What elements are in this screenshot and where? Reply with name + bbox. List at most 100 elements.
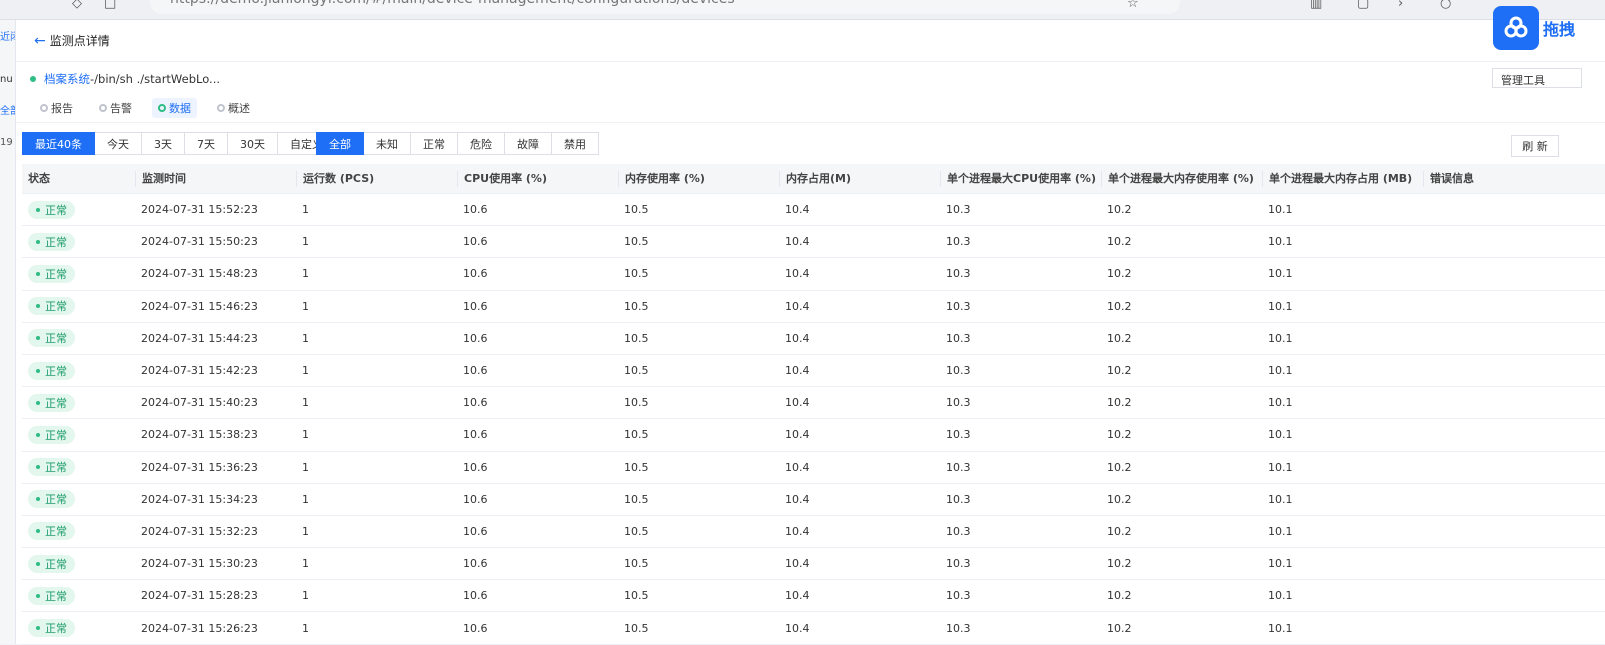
tab-label: 报告 bbox=[51, 102, 73, 115]
status-badge: 正常 bbox=[28, 458, 75, 477]
star-icon[interactable]: ☆ bbox=[1127, 0, 1141, 11]
drag-label[interactable]: 拖拽 bbox=[1543, 16, 1575, 40]
table-cell: 10.2 bbox=[1107, 524, 1132, 538]
table-row[interactable]: 正常 2024-07-31 15:38:23 1 10.6 10.5 10.4 10.3 10… bbox=[22, 419, 1605, 452]
table-row[interactable]: 正常 2024-07-31 15:50:23 1 10.6 10.5 10.4 10.3 10… bbox=[22, 226, 1605, 259]
back-button[interactable]: ← 监测点详情 bbox=[34, 32, 110, 49]
tab-alarm[interactable]: 告警 bbox=[93, 98, 138, 118]
status-badge: 正常 bbox=[28, 232, 75, 251]
table-cell: 10.4 bbox=[785, 492, 810, 506]
status-filter-normal[interactable]: 正常 bbox=[411, 132, 458, 155]
column-header: 单个进程最大内存使用率 (%) bbox=[1101, 170, 1262, 187]
status-cell: 正常 bbox=[22, 393, 135, 412]
system-name-link[interactable]: 档案系统 bbox=[44, 71, 90, 87]
status-filter-unknown[interactable]: 未知 bbox=[364, 132, 411, 155]
status-badge: 正常 bbox=[28, 393, 75, 412]
table-row[interactable]: 正常 2024-07-31 15:48:23 1 10.6 10.5 10.4 10.3 10… bbox=[22, 258, 1605, 291]
table-cell: 10.5 bbox=[624, 589, 649, 603]
table-row[interactable]: 正常 2024-07-31 15:28:23 1 10.6 10.5 10.4 10.3 10… bbox=[22, 580, 1605, 613]
radio-icon bbox=[40, 104, 48, 112]
time-filter-7d[interactable]: 7天 bbox=[185, 132, 228, 155]
table-cell: 10.5 bbox=[624, 557, 649, 571]
table-row[interactable]: 正常 2024-07-31 15:40:23 1 10.6 10.5 10.4 10.3 10… bbox=[22, 387, 1605, 420]
column-header: 单个进程最大内存占用 (MB) bbox=[1262, 170, 1423, 187]
status-dot-icon bbox=[36, 304, 40, 309]
table-cell: 10.6 bbox=[463, 299, 488, 313]
status-text: 正常 bbox=[45, 364, 67, 378]
table-cell: 10.2 bbox=[1107, 203, 1132, 217]
arrow-icon[interactable]: › bbox=[1398, 0, 1412, 11]
table-row[interactable]: 正常 2024-07-31 15:52:23 1 10.6 10.5 10.4 10.3 10… bbox=[22, 194, 1605, 227]
status-cell: 正常 bbox=[22, 200, 135, 219]
table-cell: 10.1 bbox=[1268, 203, 1293, 217]
time-filter-30d[interactable]: 30天 bbox=[228, 132, 278, 155]
table-cell: 10.3 bbox=[946, 492, 971, 506]
status-filter-all[interactable]: 全部 bbox=[316, 132, 364, 155]
address-bar[interactable]: https://demo.jianlongyi.com/#/main/devic… bbox=[150, 0, 1180, 14]
table-cell: 10.1 bbox=[1268, 524, 1293, 538]
table-row[interactable]: 正常 2024-07-31 15:36:23 1 10.6 10.5 10.4 10.3 10… bbox=[22, 452, 1605, 484]
table-row[interactable]: 正常 2024-07-31 15:44:23 1 10.6 10.5 10.4 10.3 10… bbox=[22, 323, 1605, 355]
status-cell: 正常 bbox=[22, 554, 135, 573]
time-filter-today[interactable]: 今天 bbox=[95, 132, 142, 155]
status-badge: 正常 bbox=[28, 522, 75, 541]
status-filter-disabled[interactable]: 禁用 bbox=[552, 132, 599, 155]
refresh-button[interactable]: 刷 新 bbox=[1511, 135, 1559, 157]
tab-report[interactable]: 报告 bbox=[34, 98, 79, 118]
table-cell: 1 bbox=[302, 203, 309, 217]
table-cell: 2024-07-31 15:34:23 bbox=[141, 492, 258, 506]
time-filter-3d[interactable]: 3天 bbox=[142, 132, 185, 155]
table-cell: 10.6 bbox=[463, 396, 488, 410]
status-filter-danger[interactable]: 危险 bbox=[458, 132, 505, 155]
table-cell: 10.6 bbox=[463, 331, 488, 345]
table-cell: 10.4 bbox=[785, 460, 810, 474]
table-cell: 10.1 bbox=[1268, 267, 1293, 281]
status-cell: 正常 bbox=[22, 522, 135, 541]
tool-select[interactable]: 管理工具 bbox=[1492, 68, 1582, 88]
table-row[interactable]: 正常 2024-07-31 15:42:23 1 10.6 10.5 10.4 10.3 10… bbox=[22, 355, 1605, 388]
status-text: 正常 bbox=[45, 267, 67, 281]
table-cell: 10.2 bbox=[1107, 299, 1132, 313]
table-cell: 10.1 bbox=[1268, 364, 1293, 378]
tab-overview[interactable]: 概述 bbox=[211, 98, 256, 118]
table-cell: 10.4 bbox=[785, 524, 810, 538]
left-strip-item: nu bbox=[0, 74, 13, 85]
table-cell: 10.1 bbox=[1268, 589, 1293, 603]
table-cell: 10.3 bbox=[946, 396, 971, 410]
shield-icon[interactable]: ◇ bbox=[72, 0, 86, 11]
status-cell: 正常 bbox=[22, 297, 135, 316]
tab-data[interactable]: 数据 bbox=[152, 98, 197, 118]
table-cell: 2024-07-31 15:44:23 bbox=[141, 331, 258, 345]
table-cell: 10.3 bbox=[946, 621, 971, 635]
table-cell: 10.3 bbox=[946, 428, 971, 442]
status-cell: 正常 bbox=[22, 458, 135, 477]
status-filter-fault[interactable]: 故障 bbox=[505, 132, 552, 155]
left-strip-item[interactable]: 全部 bbox=[0, 102, 15, 117]
help-icon[interactable]: ○ bbox=[1440, 0, 1454, 11]
status-text: 正常 bbox=[45, 332, 67, 346]
table-row[interactable]: 正常 2024-07-31 15:26:23 1 10.6 10.5 10.4 10.3 10… bbox=[22, 612, 1605, 645]
table-row[interactable]: 正常 2024-07-31 15:34:23 1 10.6 10.5 10.4 10.3 10… bbox=[22, 484, 1605, 516]
table-cell: 1 bbox=[302, 396, 309, 410]
time-filter-recent[interactable]: 最近40条 bbox=[22, 132, 95, 155]
table-row[interactable]: 正常 2024-07-31 15:46:23 1 10.6 10.5 10.4 10.3 10… bbox=[22, 291, 1605, 323]
table-cell: 1 bbox=[302, 364, 309, 378]
extension-icon[interactable]: ▥ bbox=[1310, 0, 1324, 11]
table-cell: 10.2 bbox=[1107, 589, 1132, 603]
status-filter-group: 全部 未知 正常 危险 故障 禁用 bbox=[316, 132, 599, 155]
table-row[interactable]: 正常 2024-07-31 15:30:23 1 10.6 10.5 10.4 10.3 10… bbox=[22, 548, 1605, 581]
status-dot-icon bbox=[36, 529, 40, 534]
left-strip-item[interactable]: 近闭 bbox=[0, 28, 15, 43]
table-cell: 10.3 bbox=[946, 460, 971, 474]
table-cell: 10.4 bbox=[785, 589, 810, 603]
table-cell: 10.6 bbox=[463, 492, 488, 506]
status-badge: 正常 bbox=[28, 490, 75, 509]
lock-icon[interactable]: □ bbox=[104, 0, 118, 11]
status-badge: 正常 bbox=[28, 619, 75, 638]
table-row[interactable]: 正常 2024-07-31 15:32:23 1 10.6 10.5 10.4 10.3 10… bbox=[22, 516, 1605, 549]
table-cell: 10.4 bbox=[785, 428, 810, 442]
system-command: -/bin/sh ./startWebLo... bbox=[90, 72, 221, 86]
tab-icon[interactable]: ▢ bbox=[1357, 0, 1371, 11]
status-dot-icon bbox=[36, 400, 40, 405]
cloud-drag-widget[interactable] bbox=[1493, 6, 1539, 50]
